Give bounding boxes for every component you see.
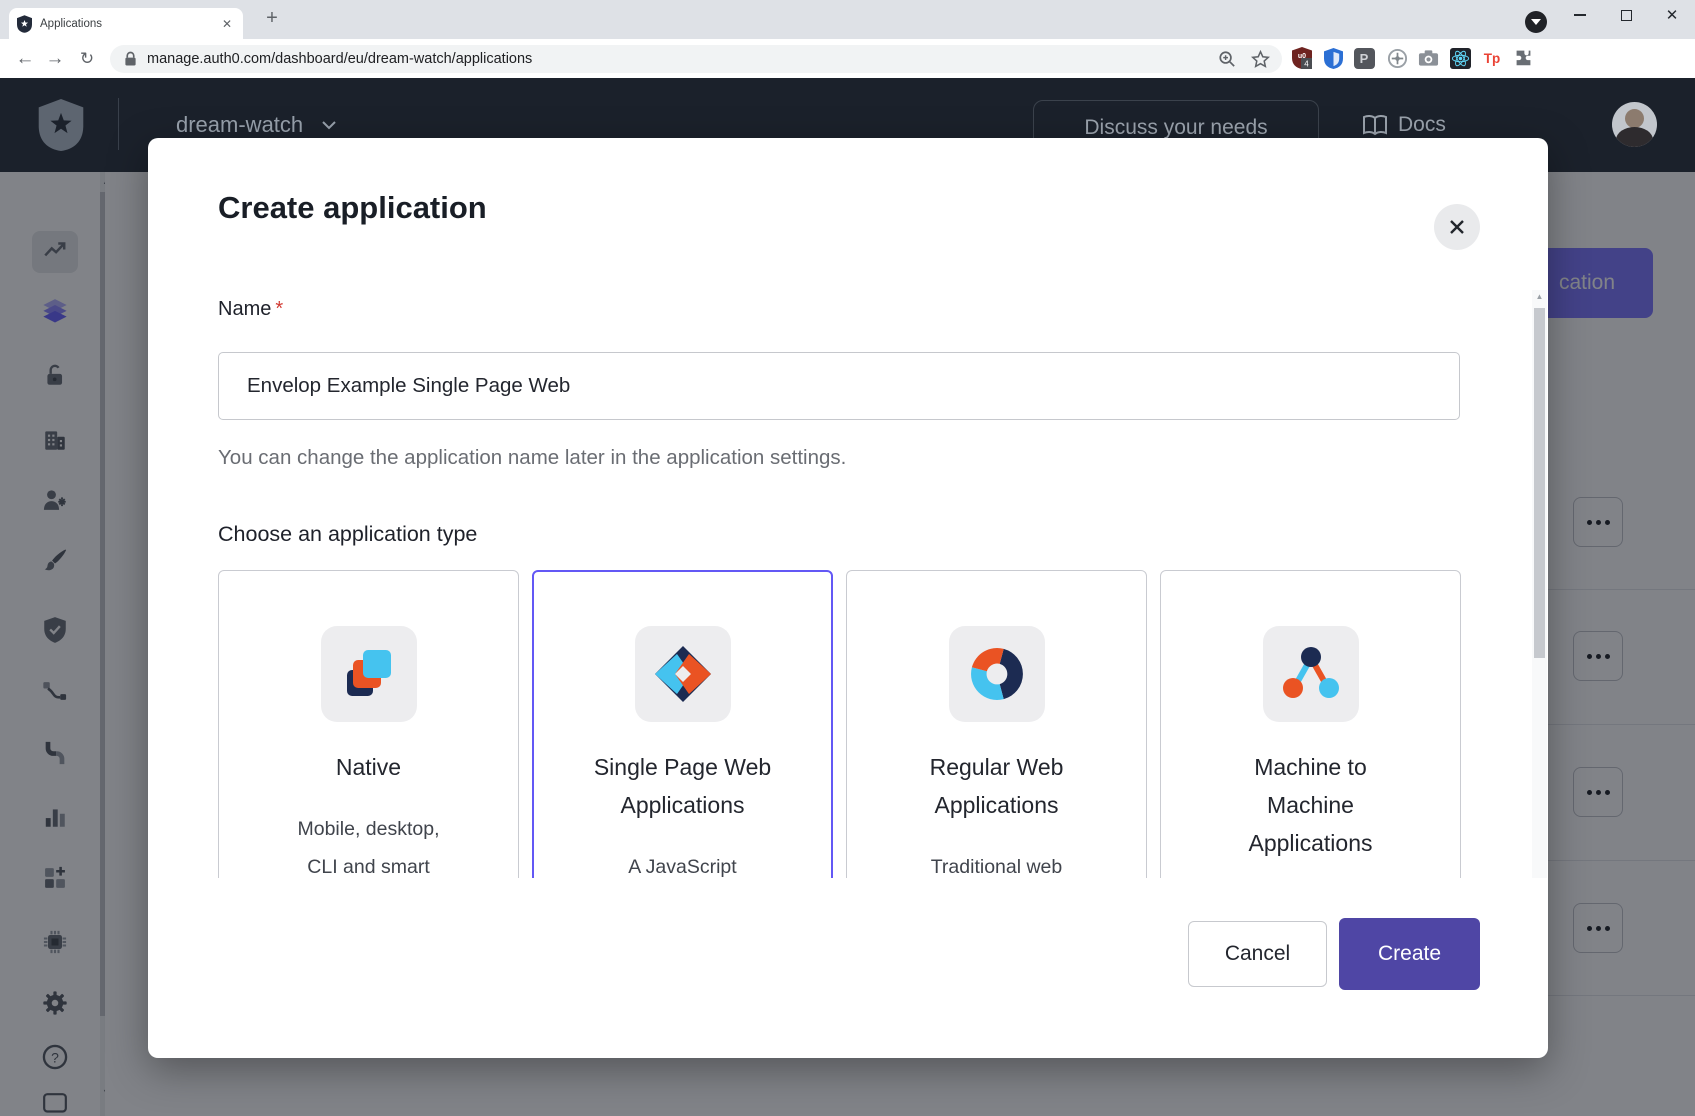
lock-icon [124, 51, 137, 67]
card-regular-web[interactable]: Regular Web Applications Traditional web [846, 570, 1147, 878]
screen-capture-extension-icon[interactable] [1383, 44, 1411, 72]
card-description: A JavaScript [628, 848, 736, 878]
zoom-page-icon[interactable] [1218, 50, 1237, 69]
regular-web-icon-tile [949, 626, 1045, 722]
card-native[interactable]: Native Mobile, desktop, CLI and smart [218, 570, 519, 878]
application-type-label: Choose an application type [218, 522, 477, 547]
auth0-logo-icon[interactable] [38, 99, 84, 151]
modal-scroll-up-icon[interactable]: ▲ [1532, 292, 1547, 301]
back-icon[interactable]: ← [10, 39, 40, 78]
card-title: Machine to Machine Applications [1248, 748, 1372, 862]
create-application-modal: Create application Name* You can change … [148, 138, 1548, 1058]
address-bar[interactable]: manage.auth0.com/dashboard/eu/dream-watc… [110, 45, 1282, 73]
tp-extension-icon[interactable]: Tp [1478, 44, 1506, 72]
name-help-text: You can change the application name late… [218, 446, 846, 470]
modal-close-button[interactable] [1434, 204, 1480, 250]
spa-icon-tile [635, 626, 731, 722]
chevron-down-icon [321, 120, 337, 130]
card-title: Native [336, 748, 401, 786]
m2m-nodes-icon [1279, 642, 1343, 706]
native-stack-icon [337, 642, 401, 706]
browser-update-indicator-icon[interactable] [1525, 11, 1547, 33]
camera-extension-icon[interactable] [1414, 44, 1442, 72]
close-icon [1447, 217, 1467, 237]
tab-title: Applications [40, 18, 219, 30]
native-icon-tile [321, 626, 417, 722]
book-icon [1362, 114, 1388, 136]
card-single-page-web[interactable]: Single Page Web Applications A JavaScrip… [532, 570, 833, 878]
card-title: Single Page Web Applications [594, 748, 771, 824]
url-text: manage.auth0.com/dashboard/eu/dream-watc… [147, 51, 1218, 67]
header-divider [118, 98, 119, 150]
bookmark-star-icon[interactable] [1251, 50, 1270, 69]
ublock-badge: 4 [1304, 60, 1309, 69]
modal-scrollbar-track[interactable]: ▲ [1532, 290, 1547, 878]
spa-diamonds-icon [651, 642, 715, 706]
card-title: Regular Web Applications [930, 748, 1064, 824]
auth0-favicon [17, 15, 32, 33]
browser-toolbar: ← → ↻ manage.auth0.com/dashboard/eu/drea… [0, 39, 1695, 78]
window-close-button[interactable]: ✕ [1649, 0, 1695, 30]
tab-close-icon[interactable]: ✕ [219, 16, 235, 32]
browser-tab-bar: Applications ✕ + ✕ [0, 0, 1695, 39]
name-field-label: Name* [218, 298, 283, 321]
tenant-name: dream-watch [176, 112, 303, 138]
create-button[interactable]: Create [1339, 918, 1480, 990]
p-extension-icon[interactable]: P [1350, 44, 1378, 72]
window-maximize-button[interactable] [1603, 0, 1649, 30]
screen: Applications ✕ + ✕ ← → ↻ manage.auth0.co… [0, 0, 1695, 1116]
react-devtools-extension-icon[interactable] [1446, 44, 1474, 72]
modal-scrollbar-thumb[interactable] [1534, 308, 1545, 658]
application-type-cards: Native Mobile, desktop, CLI and smart [218, 570, 1464, 878]
reload-icon[interactable]: ↻ [72, 39, 102, 78]
window-minimize-button[interactable] [1557, 0, 1603, 30]
card-machine-to-machine[interactable]: Machine to Machine Applications [1160, 570, 1461, 878]
forward-icon[interactable]: → [40, 39, 70, 78]
m2m-icon-tile [1263, 626, 1359, 722]
new-tab-button[interactable]: + [258, 5, 286, 33]
card-description: Mobile, desktop, CLI and smart [298, 810, 440, 878]
extensions-puzzle-icon[interactable] [1510, 44, 1538, 72]
required-asterisk: * [275, 298, 283, 320]
modal-title: Create application [218, 190, 487, 226]
application-name-input[interactable] [218, 352, 1460, 420]
user-avatar[interactable] [1612, 102, 1657, 147]
cancel-button[interactable]: Cancel [1188, 921, 1327, 987]
regular-web-donut-icon [965, 642, 1029, 706]
card-description: Traditional web [931, 848, 1063, 878]
ublock-extension-icon[interactable]: u0 4 [1288, 44, 1316, 72]
browser-tab[interactable]: Applications ✕ [9, 8, 243, 39]
bitwarden-extension-icon[interactable] [1319, 44, 1347, 72]
